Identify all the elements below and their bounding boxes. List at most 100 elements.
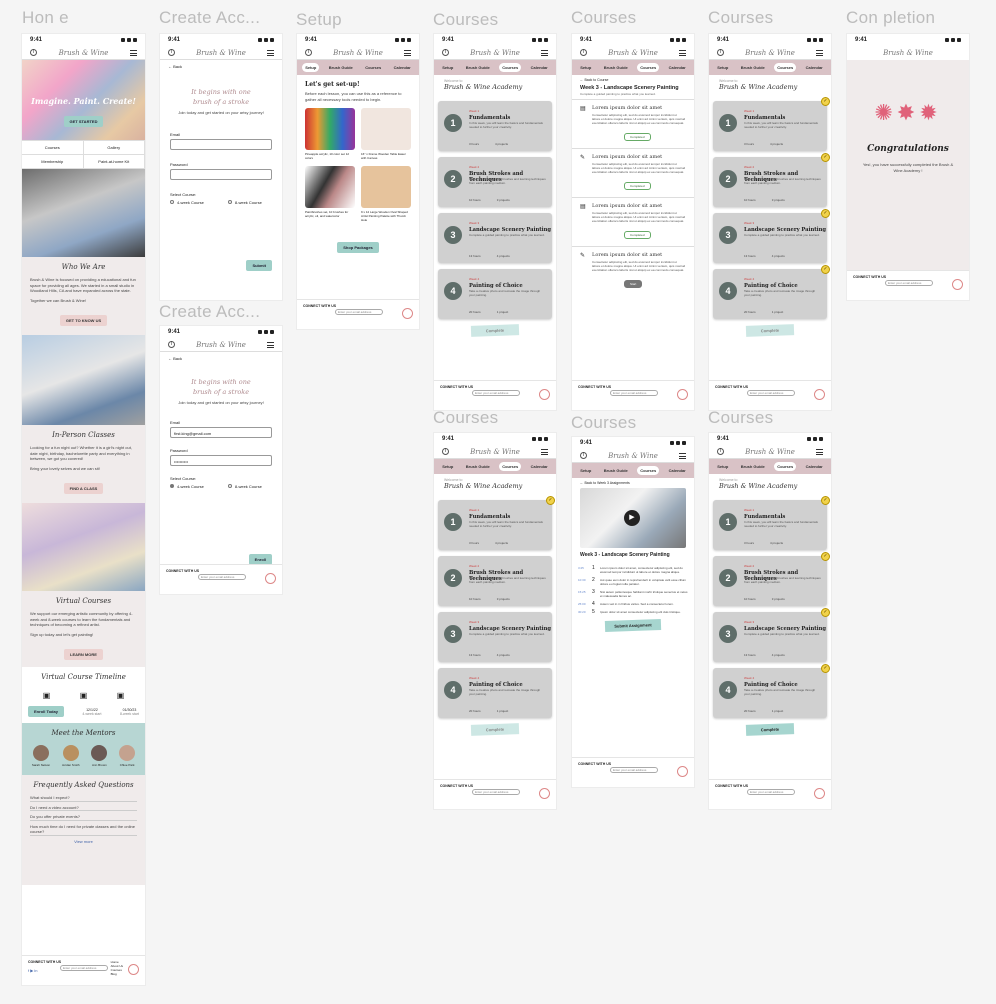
tab-calendar[interactable]: Calendar xyxy=(528,462,551,471)
tab-setup[interactable]: Setup xyxy=(577,466,594,475)
tab-calendar[interactable]: Calendar xyxy=(391,63,414,72)
complete-button[interactable]: Complete xyxy=(745,324,795,337)
newsletter-input[interactable]: Enter your email address xyxy=(198,574,246,580)
social-icons[interactable]: f ▶ in xyxy=(28,968,38,973)
tab-calendar[interactable]: Calendar xyxy=(666,466,689,475)
lesson-item[interactable]: ✎ Lorem ipsum dolor sit amet Consectetur a… xyxy=(572,247,694,295)
newsletter-input[interactable]: Enter your email address xyxy=(472,789,520,795)
course-card-3[interactable]: ✓ 3 Week 3 Landscape Scenery Painting Comple… xyxy=(713,608,830,662)
menu-icon[interactable] xyxy=(541,50,548,58)
menu-icon[interactable] xyxy=(267,342,274,350)
faq-item[interactable]: Do you offer private events? xyxy=(30,814,137,821)
newsletter-input[interactable]: Enter your email address xyxy=(610,390,658,396)
info-icon[interactable]: i xyxy=(442,49,449,56)
video-player[interactable]: ▶ xyxy=(580,488,686,548)
info-icon[interactable]: i xyxy=(305,49,312,56)
timestamp-step[interactable]: 15:25 3 Nisi autem pellentesque habitant m… xyxy=(578,590,688,599)
newsletter-input[interactable]: Enter your email address xyxy=(747,789,795,795)
get-started-button[interactable]: GET STARTED xyxy=(63,116,104,127)
course-card-4[interactable]: ✓ 4 Week 4 Painting of Choice Take a creativ… xyxy=(713,664,830,718)
timestamp-step[interactable]: 3:25 1 Lorem ipsum dolor sit amet, consect… xyxy=(578,566,688,575)
info-icon[interactable]: i xyxy=(30,49,37,56)
menu-icon[interactable] xyxy=(816,449,823,457)
learn-more-button[interactable]: LEARN MORE xyxy=(64,649,103,660)
course-card-4[interactable]: 4 Week 4 Painting of Choice Take a creative… xyxy=(438,668,552,718)
menu-icon[interactable] xyxy=(541,449,548,457)
menu-icon[interactable] xyxy=(130,50,137,58)
tab-brush-guide[interactable]: Brush Guide xyxy=(463,462,493,471)
course-card-4[interactable]: ✓ 4 Week 4 Painting of Choice Take a creativ… xyxy=(713,265,830,319)
tab-brush-guide[interactable]: Brush Guide xyxy=(738,63,768,72)
submit-assignment-button[interactable]: Submit Assignment xyxy=(604,619,662,632)
find-class-button[interactable]: FIND A CLASS xyxy=(63,483,104,494)
newsletter-input[interactable]: Enter your email address xyxy=(60,965,108,971)
tab-setup[interactable]: Setup xyxy=(302,63,320,72)
lesson-item[interactable]: ▤ Lorem ipsum dolor sit amet Consectetur a… xyxy=(572,198,694,247)
grid-courses[interactable]: Courses xyxy=(22,141,84,155)
back-link[interactable]: ← Back xyxy=(160,60,282,73)
back-to-assignments-link[interactable]: ← Back to Week 3 Assignments xyxy=(572,478,694,488)
email-field[interactable] xyxy=(170,138,272,150)
tab-calendar[interactable]: Calendar xyxy=(803,462,826,471)
tab-brush-guide[interactable]: Brush Guide xyxy=(738,462,768,471)
complete-button[interactable]: Complete xyxy=(745,723,795,736)
course-card-2[interactable]: 2 Week 2 Brush Strokes and Techniques Begin… xyxy=(438,157,552,207)
tab-courses[interactable]: Courses xyxy=(362,63,384,72)
course-card-4[interactable]: 4 Week 4 Painting of Choice Take a creative… xyxy=(438,269,552,319)
menu-icon[interactable] xyxy=(267,50,274,58)
tab-calendar[interactable]: Calendar xyxy=(803,63,826,72)
newsletter-input[interactable]: Enter your email address xyxy=(472,390,520,396)
course-card-3[interactable]: 3 Week 3 Landscape Scenery Painting Complet… xyxy=(438,612,552,662)
view-more-link[interactable]: View more xyxy=(30,839,137,845)
password-field[interactable] xyxy=(170,168,272,180)
tab-courses[interactable]: Courses xyxy=(499,63,522,72)
tab-courses[interactable]: Courses xyxy=(774,462,797,471)
info-icon[interactable]: i xyxy=(717,49,724,56)
lesson-item[interactable]: ✎ Lorem ipsum dolor sit amet Consectetur a… xyxy=(572,149,694,198)
password-field[interactable]: •••••••••• xyxy=(170,454,272,466)
faq-item[interactable]: What should I expect? xyxy=(30,795,137,802)
tab-brush-guide[interactable]: Brush Guide xyxy=(601,63,631,72)
enroll-today-button[interactable]: Enroll Today xyxy=(28,706,64,717)
newsletter-input[interactable]: Enter your email address xyxy=(335,309,383,315)
timestamp-step[interactable]: 10:30 2 Aut quae eum dolor in reprehenderi… xyxy=(578,578,688,587)
submit-button[interactable]: Submit xyxy=(246,260,272,271)
back-to-course-link[interactable]: ← Back to Course xyxy=(572,75,694,85)
tab-setup[interactable]: Setup xyxy=(439,63,456,72)
tab-courses[interactable]: Courses xyxy=(499,462,522,471)
grid-membership[interactable]: Membership xyxy=(22,155,84,169)
tab-brush-guide[interactable]: Brush Guide xyxy=(463,63,493,72)
footer-links[interactable]: Home About Us Courses Blog xyxy=(111,960,123,976)
menu-icon[interactable] xyxy=(816,50,823,58)
tab-setup[interactable]: Setup xyxy=(714,462,731,471)
course-card-1[interactable]: 1 Week 1 Fundamentals In this week, you wil… xyxy=(438,101,552,151)
grid-kit[interactable]: Paint-at-home Kit xyxy=(83,155,145,169)
tab-setup[interactable]: Setup xyxy=(439,462,456,471)
info-icon[interactable]: i xyxy=(168,49,175,56)
radio-4week[interactable]: 4-week Course xyxy=(170,484,204,489)
tab-setup[interactable]: Setup xyxy=(714,63,731,72)
complete-button[interactable]: Complete xyxy=(470,324,520,337)
radio-8week[interactable]: 8-week Course xyxy=(227,200,262,205)
back-link[interactable]: ← Back xyxy=(160,352,282,365)
course-card-1[interactable]: ✓ 1 Week 1 Fundamentals In this week, you wi… xyxy=(438,496,555,550)
radio-4week[interactable]: 4-week Course xyxy=(170,200,204,205)
tab-brush-guide[interactable]: Brush Guide xyxy=(326,63,356,72)
course-card-1[interactable]: ✓ 1 Week 1 Fundamentals In this week, you wi… xyxy=(713,496,830,550)
tab-setup[interactable]: Setup xyxy=(577,63,594,72)
info-icon[interactable]: i xyxy=(442,448,449,455)
faq-item[interactable]: Do I need a video account? xyxy=(30,805,137,811)
timestamp-step[interactable]: 25:00 4 Autem veit in in finibus varius. S… xyxy=(578,602,688,607)
menu-icon[interactable] xyxy=(679,50,686,58)
course-card-3[interactable]: ✓ 3 Week 3 Landscape Scenery Painting Comple… xyxy=(713,209,830,263)
complete-button[interactable]: Complete xyxy=(470,723,520,736)
lesson-item[interactable]: ▤ Lorem ipsum dolor sit amet Consectetur a… xyxy=(572,100,694,149)
tab-brush-guide[interactable]: Brush Guide xyxy=(601,466,631,475)
tab-courses[interactable]: Courses xyxy=(774,63,797,72)
newsletter-input[interactable]: Enter your email address xyxy=(610,767,658,773)
tab-courses[interactable]: Courses xyxy=(637,466,660,475)
tab-calendar[interactable]: Calendar xyxy=(666,63,689,72)
course-card-2[interactable]: ✓ 2 Week 2 Brush Strokes and Techniques Begi… xyxy=(713,552,830,606)
info-icon[interactable]: i xyxy=(717,448,724,455)
menu-icon[interactable] xyxy=(679,453,686,461)
